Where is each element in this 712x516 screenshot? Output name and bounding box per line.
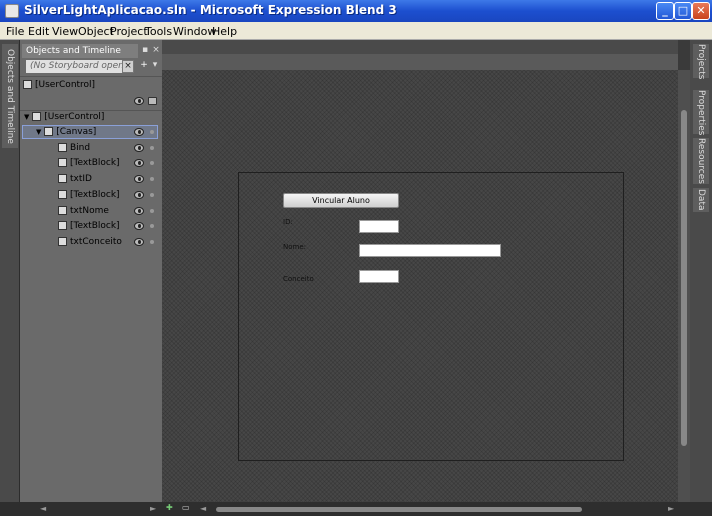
button-icon [58,143,67,152]
id-label: ID: [283,218,293,226]
close-button[interactable]: ✕ [692,2,710,20]
tree-item-usercontrol[interactable]: ▼ [UserControl] [24,110,104,125]
scroll-right-icon[interactable]: ► [668,504,674,513]
visibility-eye-icon[interactable] [134,128,144,136]
menu-window[interactable]: Window [173,25,216,38]
window-title: SilverLightAplicacao.sln - Microsoft Exp… [24,3,397,17]
menu-object[interactable]: Object [78,25,114,38]
visibility-eye-icon[interactable] [134,144,144,152]
tree-item-bind[interactable]: Bind [58,141,90,156]
conceito-input[interactable] [359,270,399,283]
design-canvas[interactable]: Vincular Aluno ID: Nome: Conceito [238,172,624,461]
nome-label: Nome: [283,243,307,251]
visibility-eye-icon[interactable] [134,175,144,183]
annotation-icon[interactable]: ▭ [182,503,190,512]
visibility-eye-icon[interactable] [134,97,144,105]
breadcrumb-bar [162,54,678,70]
menu-edit[interactable]: Edit [28,25,49,38]
expand-arrow-icon[interactable]: ▼ [24,113,29,121]
left-dock-strip: Objects and Timeline [0,40,20,502]
menu-help[interactable]: Help [212,25,237,38]
menu-file[interactable]: File [6,25,24,38]
expand-arrow-icon[interactable]: ▼ [36,128,41,136]
projects-tab[interactable]: Projects [693,44,709,79]
lock-dot-icon[interactable] [150,209,154,213]
maximize-button[interactable]: □ [674,2,692,20]
id-input[interactable] [359,220,399,233]
lock-icon[interactable] [148,97,157,105]
textblock-icon [58,158,67,167]
menu-bar: File Edit View Object Project Tools Wind… [0,22,712,40]
scroll-right-icon[interactable]: ► [150,504,156,513]
tree-item-txtnome[interactable]: txtNome [58,204,109,219]
resources-tab[interactable]: Resources [693,138,709,184]
menu-project[interactable]: Project [110,25,148,38]
usercontrol-icon [32,112,42,121]
textbox-icon [58,206,67,215]
objects-timeline-tab[interactable]: Objects and Timeline [22,44,138,58]
tree-item-textblock[interactable]: [TextBlock] [58,219,120,234]
lock-dot-icon[interactable] [150,130,154,134]
app-icon [5,4,19,18]
document-tab-bar [162,40,678,54]
visibility-eye-icon[interactable] [134,159,144,167]
textbox-icon [58,237,67,246]
storyboard-picker[interactable]: (No Storyboard open) [26,60,122,73]
scroll-left-icon[interactable]: ◄ [200,504,206,513]
tree-item-txtconceito[interactable]: txtConceito [58,235,122,250]
artboard[interactable]: Vincular Aluno ID: Nome: Conceito [162,70,678,502]
visibility-eye-icon[interactable] [134,222,144,230]
lock-dot-icon[interactable] [150,224,154,228]
usercontrol-icon [23,80,32,89]
storyboard-close-icon[interactable]: × [122,60,134,73]
vincular-aluno-button[interactable]: Vincular Aluno [283,193,399,208]
menu-view[interactable]: View [52,25,78,38]
scroll-left-icon[interactable]: ◄ [40,504,46,513]
minimize-button[interactable]: _ [656,2,674,20]
lock-dot-icon[interactable] [150,177,154,181]
textblock-icon [58,190,67,199]
visibility-eye-icon[interactable] [134,191,144,199]
textblock-icon [58,221,67,230]
close-panel-icon[interactable]: × [151,45,161,55]
nome-input[interactable] [359,244,501,257]
right-dock-strip: Projects Properties Resources Data [690,40,712,516]
status-bar: ◄ ► ✚ ▭ ◄ ► [0,502,712,516]
tree-item-textblock[interactable]: [TextBlock] [58,188,120,203]
pin-icon[interactable]: ▪ [140,45,150,55]
visibility-eye-icon[interactable] [134,207,144,215]
objects-timeline-panel: Objects and Timeline ▪ × (No Storyboard … [20,40,162,502]
vertical-scrollbar[interactable] [678,70,690,502]
scroll-thumb[interactable] [681,110,687,446]
objects-timeline-side-tab[interactable]: Objects and Timeline [2,44,18,148]
tree-item-txtid[interactable]: txtID [58,172,92,187]
lock-dot-icon[interactable] [150,240,154,244]
title-bar: SilverLightAplicacao.sln - Microsoft Exp… [0,0,712,22]
data-tab[interactable]: Data [693,188,709,212]
scope-root[interactable]: [UserControl] [23,78,95,93]
menu-tools[interactable]: Tools [145,25,172,38]
visibility-eye-icon[interactable] [134,238,144,246]
chevron-down-icon[interactable]: ▾ [149,60,161,73]
artboard-mode-icon[interactable]: ✚ [166,503,173,512]
horizontal-scroll-thumb[interactable] [216,507,582,512]
lock-dot-icon[interactable] [150,161,154,165]
canvas-icon [44,127,54,136]
lock-dot-icon[interactable] [150,193,154,197]
divider [20,76,162,77]
tree-item-canvas[interactable]: ▼ [Canvas] [36,125,96,140]
tree-item-textblock[interactable]: [TextBlock] [58,156,120,171]
conceito-label: Conceito [283,275,314,283]
properties-tab[interactable]: Properties [693,90,709,135]
textbox-icon [58,174,67,183]
lock-dot-icon[interactable] [150,146,154,150]
